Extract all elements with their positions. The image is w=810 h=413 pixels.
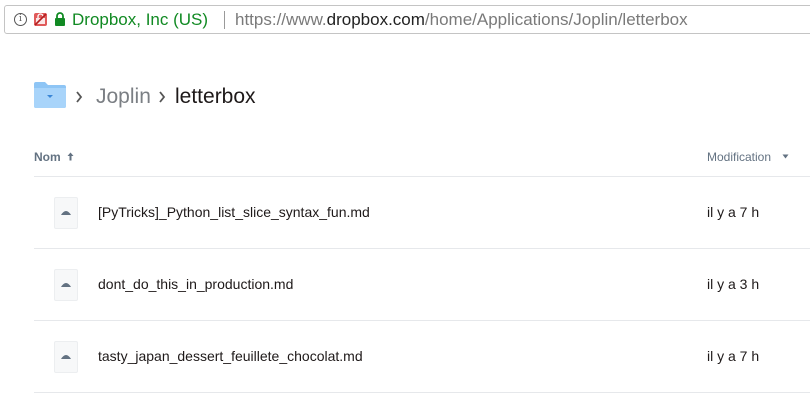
row-divider	[34, 392, 810, 393]
breadcrumb-item-joplin[interactable]: Joplin	[96, 85, 151, 109]
url-text[interactable]: https://www.dropbox.com/home/Application…	[235, 10, 688, 30]
file-modified: il y a 7 h	[707, 204, 760, 220]
column-header-name[interactable]: Nom	[34, 150, 61, 164]
markdown-file-icon	[54, 197, 78, 229]
sort-ascending-icon[interactable]	[67, 152, 74, 161]
url-host: dropbox.com	[326, 10, 425, 29]
file-modified: il y a 3 h	[707, 276, 760, 292]
mixed-content-icon[interactable]	[34, 13, 47, 26]
site-identity[interactable]: Dropbox, Inc (US)	[72, 10, 208, 30]
markdown-file-icon	[54, 341, 78, 373]
file-name[interactable]: [PyTricks]_Python_list_slice_syntax_fun.…	[98, 204, 370, 220]
chevron-right-icon	[76, 91, 83, 103]
address-bar[interactable]: i Dropbox, Inc (US) https://www.dropbox.…	[4, 5, 810, 34]
url-path: /home/Applications/Joplin/letterbox	[424, 10, 688, 29]
lock-icon	[55, 12, 65, 26]
file-name[interactable]: tasty_japan_dessert_feuillete_chocolat.m…	[98, 348, 363, 364]
url-prefix: https://www.	[235, 10, 327, 29]
chevron-right-icon	[159, 91, 166, 103]
file-modified: il y a 7 h	[707, 348, 760, 364]
table-row[interactable]: [PyTricks]_Python_list_slice_syntax_fun.…	[34, 177, 810, 249]
breadcrumb-item-letterbox: letterbox	[175, 85, 256, 108]
dropdown-arrow-icon[interactable]	[782, 154, 789, 159]
column-header-modified[interactable]: Modification	[707, 150, 771, 164]
info-icon[interactable]: i	[14, 13, 27, 26]
table-row[interactable]: dont_do_this_in_production.md il y a 3 h	[34, 249, 810, 321]
file-name[interactable]: dont_do_this_in_production.md	[98, 276, 293, 292]
folder-icon[interactable]	[34, 82, 66, 108]
address-separator	[224, 11, 225, 29]
table-row[interactable]: tasty_japan_dessert_feuillete_chocolat.m…	[34, 321, 810, 393]
markdown-file-icon	[54, 269, 78, 301]
